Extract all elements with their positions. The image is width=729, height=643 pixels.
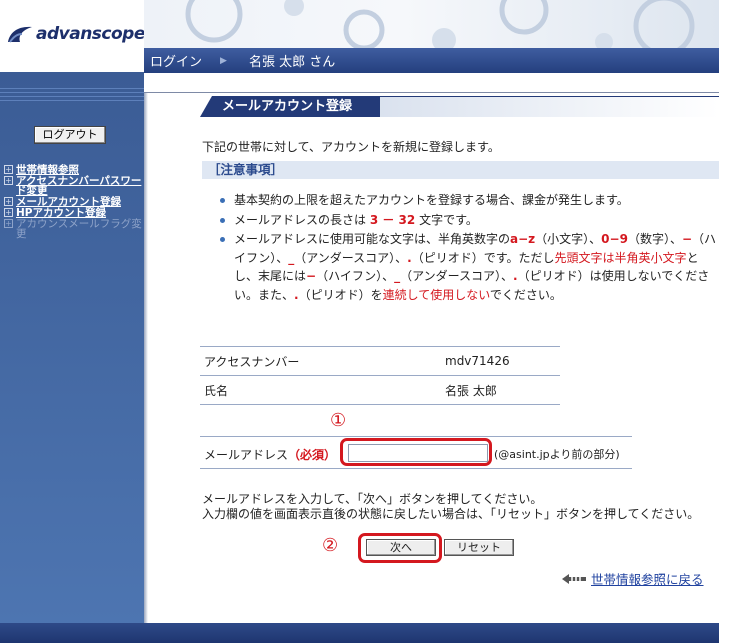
name-value: 名張 太郎 (445, 375, 560, 405)
highlight-mail-input (340, 438, 492, 466)
sidebar (0, 72, 144, 643)
sidebar-item-household-info[interactable]: + 世帯情報参照 (4, 165, 142, 175)
marker-two: ② (322, 535, 339, 556)
header-banner (144, 0, 719, 48)
expand-box-icon: + (4, 197, 13, 206)
notice-item: メールアドレスの長さは 3 － 32 文字です。 (218, 211, 718, 230)
expand-box-icon: + (4, 176, 13, 185)
intro-text: 下記の世帯に対して、アカウントを新規に登録します。 (202, 140, 500, 154)
access-number-label: アクセスナンバー (200, 346, 445, 376)
notice-item: 基本契約の上限を超えたアカウントを登録する場合、課金が発生します。 (218, 191, 718, 210)
sidebar-shadow (144, 93, 148, 623)
sidebar-nav: + 世帯情報参照 + アクセスナンバーパスワード変更 + メールアカウント登録 + HP… (4, 165, 142, 240)
access-number-value: mdv71426 (445, 346, 560, 376)
sidebar-item-access-password[interactable]: + アクセスナンバーパスワード変更 (4, 176, 142, 196)
expand-box-icon: + (4, 219, 13, 228)
sidebar-item-hp-account[interactable]: + HPアカウント登録 (4, 208, 142, 218)
nav-login-link[interactable]: ログイン (150, 51, 202, 70)
user-name: 名張 太郎 さん (248, 55, 336, 70)
back-arrow-icon (562, 573, 586, 584)
notice-list: 基本契約の上限を超えたアカウントを登録する場合、課金が発生します。 メールアドレ… (218, 191, 718, 305)
title-rule (370, 96, 719, 117)
table-row: アクセスナンバー mdv71426 (200, 346, 560, 376)
logout-button[interactable]: ログアウト (34, 126, 106, 144)
marker-one: ① (330, 410, 347, 431)
name-label: 氏名 (200, 375, 445, 405)
notice-heading: ［注意事項］ (202, 161, 719, 179)
logo: advanscope (6, 24, 145, 44)
logo-mark-icon (8, 26, 32, 43)
footer-bar (0, 623, 719, 643)
back-to-household-link[interactable]: 世帯情報参照に戻る (562, 569, 704, 588)
sidebar-item-mail-account[interactable]: + メールアカウント登録 (4, 197, 142, 207)
logo-area: advanscope (0, 0, 145, 72)
reset-button[interactable]: リセット (444, 539, 514, 556)
table-row: 氏名 名張 太郎 (200, 375, 560, 405)
sub-header-bar (144, 73, 719, 93)
logo-text: advanscope (36, 24, 145, 44)
page: advanscope ログイン ▶ 名張 太郎 さん ログアウト + 世帯情報参… (0, 0, 729, 643)
highlight-next-button (358, 533, 442, 563)
mail-address-label: メールアドレス（必須） (204, 448, 337, 462)
instructions: メールアドレスを入力して、「次へ」ボタンを押してください。 入力欄の値を画面表示… (202, 492, 700, 521)
top-nav-bar: ログイン ▶ 名張 太郎 さん (144, 48, 719, 73)
notice-item: メールアドレスに使用可能な文字は、半角英数字のa−z（小文字）、0−9（数字）、… (218, 230, 718, 304)
page-title: メールアカウント登録 (200, 96, 380, 117)
gear-decoration-icon (185, 0, 695, 48)
breadcrumb-arrow-icon: ▶ (220, 55, 227, 66)
sidebar-item-announce-flag: + アカウンスメールフラグ変更 (4, 218, 142, 240)
expand-box-icon: + (4, 165, 13, 174)
section-title: メールアカウント登録 (200, 93, 719, 117)
mail-domain-hint: (@asint.jpより前の部分) (494, 448, 620, 461)
household-info-table: アクセスナンバー mdv71426 氏名 名張 太郎 (200, 346, 560, 405)
required-badge: （必須） (288, 448, 337, 462)
sidebar-stripes (0, 88, 144, 104)
expand-box-icon: + (4, 208, 13, 217)
right-margin (719, 0, 729, 643)
